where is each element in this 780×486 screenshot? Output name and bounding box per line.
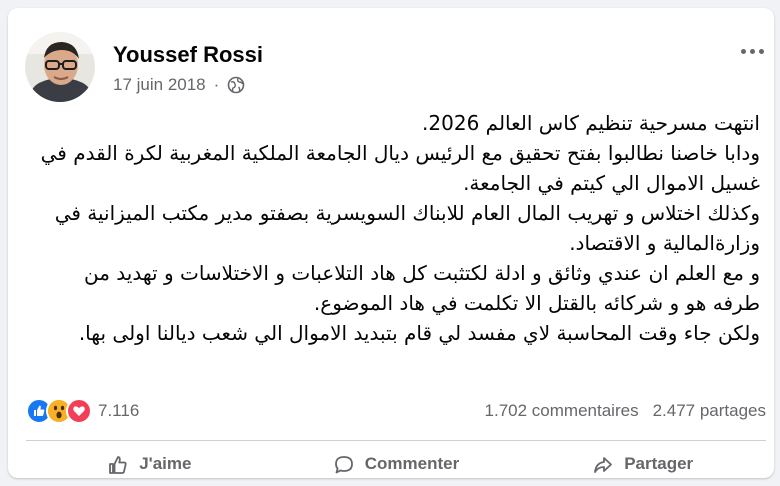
post-date[interactable]: 17 juin 2018	[113, 75, 206, 95]
post-card: Youssef Rossi 17 juin 2018 · انتهت مسرحي…	[8, 8, 774, 478]
love-icon	[66, 398, 92, 424]
post-paragraph: وكذلك اختلاس و تهريب المال العام للابناك…	[54, 201, 760, 255]
share-icon	[594, 457, 613, 473]
meta-separator: ·	[213, 75, 220, 94]
post-paragraph: انتهت مسرحية تنظيم كاس العالم 2026.	[422, 111, 760, 135]
divider	[26, 440, 766, 441]
more-options-icon[interactable]	[734, 40, 770, 62]
author-name[interactable]: Youssef Rossi	[113, 42, 263, 68]
engagement-bar: 7.116 1.702 commentaires 2.477 partages	[26, 396, 766, 426]
comment-icon	[334, 456, 353, 474]
post-paragraph: ولكن جاء وقت المحاسبة لاي مفسد لي قام بت…	[78, 321, 760, 345]
action-bar: J'aime Commenter Partager	[26, 446, 766, 486]
like-button[interactable]: J'aime	[26, 446, 273, 486]
share-button-label: Partager	[624, 454, 694, 473]
comments-count[interactable]: 1.702 commentaires	[485, 401, 639, 421]
shares-count[interactable]: 2.477 partages	[653, 401, 766, 421]
reaction-count[interactable]: 7.116	[98, 401, 139, 421]
post-paragraph: ودابا خاصنا نطالبوا بفتح تحقيق مع الرئيس…	[40, 141, 760, 195]
avatar[interactable]	[25, 32, 95, 102]
globe-icon[interactable]	[227, 76, 245, 94]
thumbs-up-icon	[109, 456, 127, 474]
post-meta: 17 juin 2018 ·	[113, 74, 245, 96]
share-button[interactable]: Partager	[519, 446, 766, 486]
comment-button[interactable]: Commenter	[273, 446, 520, 486]
post-text: انتهت مسرحية تنظيم كاس العالم 2026. وداب…	[38, 108, 760, 348]
post-paragraph: و مع العلم ان عندي وثائق و ادلة لكتثبت ك…	[83, 261, 760, 315]
like-button-label: J'aime	[139, 454, 192, 473]
comment-button-label: Commenter	[364, 454, 460, 473]
reactions-summary[interactable]: 7.116	[26, 398, 139, 424]
